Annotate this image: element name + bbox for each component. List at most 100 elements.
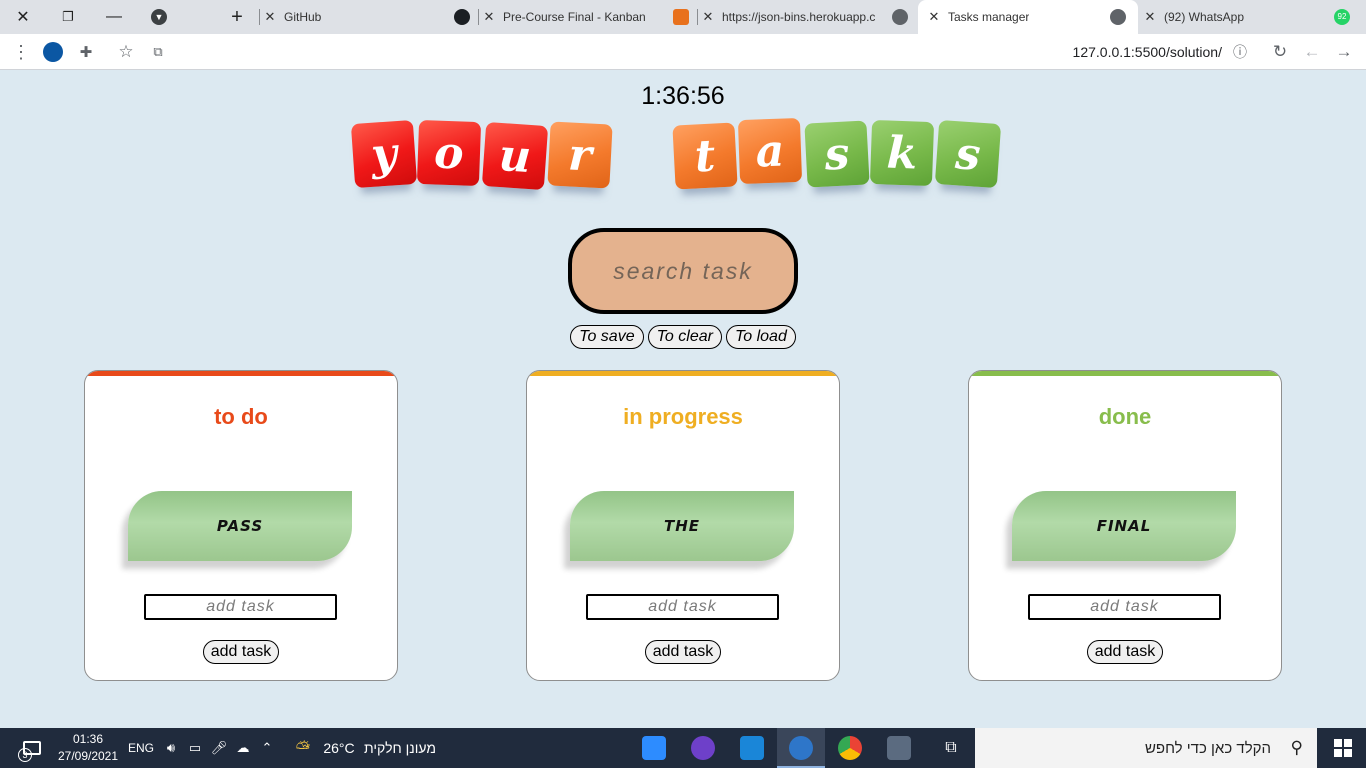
- chrome-profile-icon[interactable]: [789, 736, 813, 760]
- new-tab-button[interactable]: +: [214, 0, 260, 34]
- input-language[interactable]: ENG: [126, 728, 156, 768]
- add-task-field[interactable]: [586, 594, 779, 620]
- close-tab-icon[interactable]: ✕: [926, 9, 942, 25]
- tab-kanban[interactable]: ✕ Pre-Course Final - Kanban: [481, 0, 695, 34]
- tab-whatsapp[interactable]: ✕ (92) WhatsApp 92: [1142, 0, 1356, 34]
- windows-logo-icon: [1334, 739, 1352, 757]
- weather-icon[interactable]: ⛅︎: [288, 728, 318, 768]
- tab-json-bins[interactable]: ✕ https://json-bins.herokuapp.c: [700, 0, 914, 34]
- clear-button[interactable]: To clear: [647, 325, 722, 349]
- tab-separator: [478, 9, 479, 25]
- translate-icon[interactable]: ⧉: [148, 42, 168, 62]
- globe-icon: [1110, 9, 1126, 25]
- github-desktop-icon[interactable]: [691, 736, 715, 760]
- close-tab-icon[interactable]: ✕: [1142, 9, 1158, 25]
- column-title: to do: [214, 404, 268, 429]
- column-title: in progress: [623, 404, 743, 429]
- start-button[interactable]: [1320, 728, 1366, 768]
- back-arrow-icon[interactable]: ←: [1302, 42, 1322, 62]
- profile-avatar[interactable]: [43, 42, 63, 62]
- add-task-button[interactable]: add task: [203, 640, 279, 664]
- close-tab-icon[interactable]: ✕: [700, 9, 716, 25]
- close-tab-icon[interactable]: ✕: [262, 9, 278, 25]
- add-task-input[interactable]: [1030, 596, 1219, 618]
- taskbar-date: 27/09/2021: [57, 749, 119, 763]
- battery-icon[interactable]: ▭: [184, 728, 206, 768]
- add-task-input[interactable]: [146, 596, 335, 618]
- action-center-button[interactable]: 3: [14, 728, 50, 768]
- globe-icon: [892, 9, 908, 25]
- tab-tasks-manager[interactable]: ✕ Tasks manager: [918, 0, 1138, 34]
- logo-tile: y: [350, 119, 418, 189]
- column-title: done: [1098, 404, 1152, 429]
- minimize-window-button[interactable]: —: [91, 0, 137, 34]
- search-task-input[interactable]: [583, 257, 783, 285]
- close-window-button[interactable]: ✕: [0, 0, 46, 34]
- column-accent-bar: [969, 371, 1281, 376]
- weather-condition[interactable]: מעונן חלקית: [360, 728, 440, 768]
- vscode-icon[interactable]: [740, 736, 764, 760]
- notification-count: 3: [18, 748, 32, 762]
- tab-title: Tasks manager: [948, 10, 1030, 24]
- add-task-field[interactable]: [1028, 594, 1221, 620]
- windows-search-box[interactable]: הקלד כאן כדי לחפש ⚲: [975, 728, 1317, 768]
- tab-separator: [259, 9, 260, 25]
- windows-search-placeholder: הקלד כאן כדי לחפש: [1144, 739, 1271, 757]
- whatsapp-icon: 92: [1334, 9, 1350, 25]
- volume-icon[interactable]: 🔊︎: [160, 728, 182, 768]
- chevron-up-icon[interactable]: ⌃: [256, 728, 278, 768]
- logo-your-tasks: y o u r t a s k s: [0, 117, 1366, 218]
- tab-title: Pre-Course Final - Kanban: [503, 10, 646, 24]
- add-task-input[interactable]: [588, 596, 777, 618]
- add-task-button[interactable]: add task: [1087, 640, 1163, 664]
- task-card[interactable]: FINAL: [1012, 491, 1236, 561]
- calculator-icon[interactable]: [887, 736, 911, 760]
- weather-temperature[interactable]: 26°C: [320, 728, 358, 768]
- logo-tile: t: [672, 122, 738, 190]
- tab-separator: [697, 9, 698, 25]
- logo-tile: s: [804, 120, 870, 188]
- add-task-button[interactable]: add task: [645, 640, 721, 664]
- forward-arrow-icon[interactable]: →: [1334, 42, 1354, 62]
- browser-tab-bar: ✕ ❐ — ▼ + ✕ GitHub ✕ Pre-Course Final - …: [0, 0, 1366, 34]
- site-info-icon[interactable]: ⓘ: [1230, 42, 1250, 62]
- add-task-field[interactable]: [144, 594, 337, 620]
- column-done: done FINAL add task: [968, 370, 1282, 681]
- save-button[interactable]: To save: [570, 325, 644, 349]
- zoom-app-icon[interactable]: [642, 736, 666, 760]
- restore-window-button[interactable]: ❐: [45, 0, 91, 34]
- chrome-icon[interactable]: [838, 736, 862, 760]
- close-tab-icon[interactable]: ✕: [481, 9, 497, 25]
- search-icon: ⚲: [1290, 738, 1303, 757]
- windows-taskbar: 3 01:36 27/09/2021 ENG 🔊︎ ▭ 🎤︎ ☁ ⌃ ⛅︎ 26…: [0, 728, 1366, 768]
- taskbar-time: 01:36: [72, 732, 104, 746]
- menu-kebab-icon[interactable]: ⋮: [11, 42, 31, 62]
- task-card[interactable]: THE: [570, 491, 794, 561]
- extensions-puzzle-icon[interactable]: ✚: [76, 42, 96, 62]
- load-button[interactable]: To load: [725, 325, 796, 349]
- search-task-field[interactable]: [568, 228, 798, 314]
- task-card[interactable]: PASS: [128, 491, 352, 561]
- tab-title: GitHub: [284, 10, 322, 24]
- github-icon: [454, 9, 470, 25]
- microphone-icon[interactable]: 🎤︎: [208, 728, 230, 768]
- tab-title: https://json-bins.herokuapp.c: [722, 10, 876, 24]
- column-accent-bar: [85, 371, 397, 376]
- logo-tile: r: [547, 121, 613, 189]
- logo-tile: o: [416, 119, 482, 187]
- clock-area[interactable]: 01:36 27/09/2021: [56, 728, 120, 768]
- task-view-icon[interactable]: ⧉: [936, 728, 966, 768]
- logo-tile: k: [869, 119, 935, 187]
- bookmark-star-icon[interactable]: ☆: [116, 42, 136, 62]
- column-in-progress: in progress THE add task: [526, 370, 840, 681]
- clock: 1:36:56: [641, 82, 725, 110]
- tab-github[interactable]: ✕ GitHub: [262, 0, 476, 34]
- tab-search-button[interactable]: ▼: [136, 0, 182, 34]
- logo-tile: u: [481, 121, 549, 191]
- tab-title: (92) WhatsApp: [1164, 10, 1245, 24]
- address-bar[interactable]: 127.0.0.1:5500/solution/: [1000, 44, 1222, 60]
- storage-actions: To save To clear To load: [0, 325, 1366, 349]
- reload-icon[interactable]: ↻: [1270, 42, 1290, 62]
- browser-toolbar: ⋮ ✚ ☆ ⧉ 127.0.0.1:5500/solution/ ⓘ ↻ ← →: [0, 34, 1366, 70]
- onedrive-cloud-icon[interactable]: ☁: [232, 728, 254, 768]
